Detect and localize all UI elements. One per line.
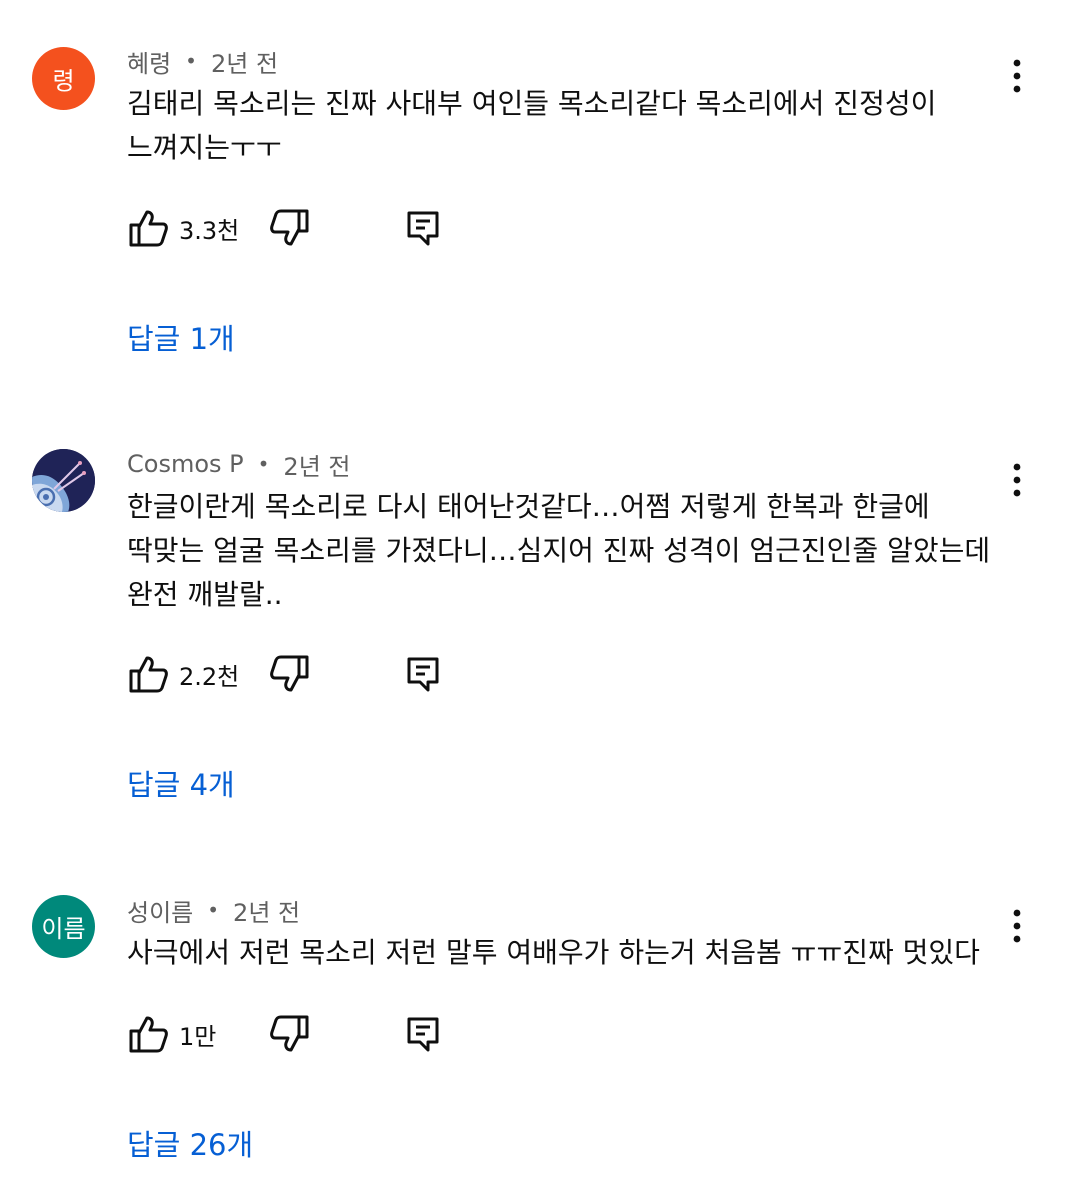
comment-actions: 1만 — [127, 1012, 445, 1056]
comment-actions: 3.3천 — [127, 206, 445, 250]
comment-actions: 2.2천 — [127, 652, 445, 696]
dislike-button[interactable] — [267, 1012, 311, 1056]
like-count: 3.3천 — [179, 216, 240, 245]
comment-icon — [407, 211, 439, 246]
author-name[interactable]: 성이름 — [127, 893, 193, 928]
comment-icon — [407, 657, 439, 692]
comment-text-line: 딱맞는 얼굴 목소리를 가졌다니…심지어 진짜 성격이 엄근진인줄 알았는데 — [127, 534, 991, 567]
thumbs-up-icon — [129, 210, 168, 247]
view-replies-link[interactable]: 답글 26개 — [127, 1122, 253, 1164]
comment-icon — [407, 1017, 439, 1052]
dislike-button[interactable] — [267, 206, 311, 250]
thumbs-down-icon — [270, 1015, 309, 1052]
dislike-button[interactable] — [267, 652, 311, 696]
more-vert-icon — [1013, 909, 1021, 943]
comment-time: 2년 전 — [210, 49, 279, 78]
avatar[interactable]: 령 — [32, 47, 95, 110]
more-vert-icon — [1013, 463, 1021, 497]
thumbs-up-icon — [129, 1016, 168, 1053]
avatar-image — [32, 449, 95, 512]
like-button[interactable] — [127, 1012, 171, 1056]
like-count: 1만 — [179, 1022, 217, 1051]
avatar[interactable]: 이름 — [32, 895, 95, 958]
like-count: 2.2천 — [179, 662, 240, 691]
avatar[interactable] — [32, 449, 95, 512]
like-button[interactable] — [127, 652, 171, 696]
reply-button[interactable] — [401, 1012, 445, 1056]
avatar-initial: 령 — [52, 67, 75, 95]
comment-text-line: 완전 깨발랄.. — [127, 578, 283, 611]
avatar-initial: 이름 — [41, 915, 86, 943]
comment-meta: 성이름 • 2년 전 — [127, 893, 300, 927]
author-name[interactable]: Cosmos P — [127, 450, 244, 478]
comment-text-line: 김태리 목소리는 진짜 사대부 여인들 목소리같다 목소리에서 진정성이 — [127, 87, 937, 120]
thumbs-down-icon — [270, 209, 309, 246]
comment-text: 한글이란게 목소리로 다시 태어난것같다…어쩜 저렇게 한복과 한글에 딱맞는 … — [127, 485, 1007, 617]
thumbs-up-icon — [129, 656, 168, 693]
comment-text: 김태리 목소리는 진짜 사대부 여인들 목소리같다 목소리에서 진정성이 느껴지… — [127, 82, 1007, 170]
separator-dot: • — [257, 452, 270, 476]
comment-time: 2년 전 — [233, 898, 301, 927]
reply-button[interactable] — [401, 206, 445, 250]
comment-meta: Cosmos P • 2년 전 — [127, 447, 350, 481]
like-button[interactable] — [127, 206, 171, 250]
comment-text: 사극에서 저런 목소리 저런 말투 여배우가 하는거 처음봄 ㅠㅠ진짜 멋있다 — [127, 931, 1007, 975]
comment-meta: 혜령 • 2년 전 — [127, 44, 278, 78]
separator-dot: • — [207, 898, 220, 922]
comment-time: 2년 전 — [283, 452, 351, 481]
comment-text-line: 사극에서 저런 목소리 저런 말투 여배우가 하는거 처음봄 ㅠㅠ진짜 멋있다 — [127, 936, 980, 969]
comment-text-line: 한글이란게 목소리로 다시 태어난것같다…어쩜 저렇게 한복과 한글에 — [127, 490, 930, 523]
view-replies-link[interactable]: 답글 1개 — [127, 316, 235, 358]
view-replies-link[interactable]: 답글 4개 — [127, 762, 235, 804]
separator-dot: • — [185, 49, 197, 73]
author-name[interactable]: 혜령 — [127, 44, 171, 79]
more-vert-icon — [1013, 59, 1021, 93]
comment-text-line: 느껴지는ㅜㅜ — [127, 131, 282, 164]
thumbs-down-icon — [270, 655, 309, 692]
reply-button[interactable] — [401, 652, 445, 696]
